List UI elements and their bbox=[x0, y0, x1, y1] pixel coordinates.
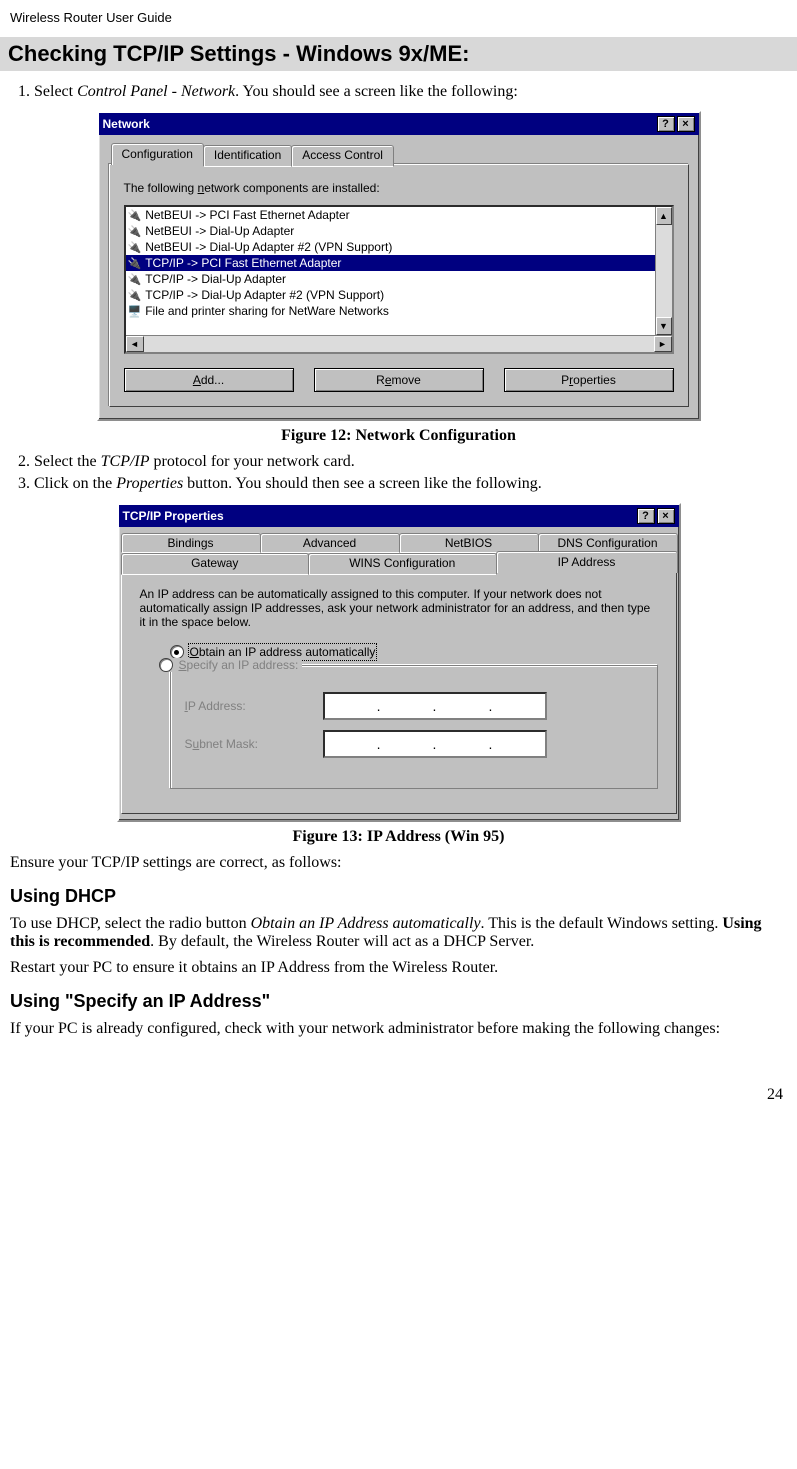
list-item[interactable]: File and printer sharing for NetWare Net… bbox=[126, 303, 655, 319]
dhcp-restart-paragraph: Restart your PC to ensure it obtains an … bbox=[10, 959, 787, 977]
step-3-prefix: Click on the bbox=[34, 475, 116, 492]
ip-address-label: IP Address: bbox=[185, 699, 305, 713]
titlebar: Network ? × bbox=[99, 113, 699, 135]
using-dhcp-heading: Using DHCP bbox=[0, 886, 797, 907]
adapter-icon bbox=[128, 240, 142, 254]
service-icon bbox=[128, 304, 142, 318]
page-number: 24 bbox=[0, 1046, 797, 1104]
remove-button[interactable]: Remove bbox=[314, 368, 484, 392]
scroll-up-icon[interactable]: ▲ bbox=[656, 207, 672, 225]
step-1: Select Control Panel - Network. You shou… bbox=[34, 83, 797, 101]
ip-description: An IP address can be automatically assig… bbox=[140, 587, 658, 629]
radio-obtain-auto[interactable]: Obtain an IP address automatically bbox=[170, 645, 658, 659]
step-2: Select the TCP/IP protocol for your netw… bbox=[34, 453, 797, 471]
tab-panel: The following network components are ins… bbox=[109, 164, 689, 407]
list-item[interactable]: NetBEUI -> Dial-Up Adapter bbox=[126, 223, 655, 239]
tab-netbios[interactable]: NetBIOS bbox=[399, 533, 539, 553]
adapter-icon bbox=[128, 256, 142, 270]
tab-identification[interactable]: Identification bbox=[203, 145, 292, 167]
list-item[interactable]: TCP/IP -> Dial-Up Adapter #2 (VPN Suppor… bbox=[126, 287, 655, 303]
tab-ip-address[interactable]: IP Address bbox=[496, 551, 678, 573]
list-item[interactable]: NetBEUI -> PCI Fast Ethernet Adapter bbox=[126, 207, 655, 223]
radio-obtain-label: Obtain an IP address automatically bbox=[190, 645, 376, 659]
subnet-mask-row: Subnet Mask: ... bbox=[185, 730, 643, 758]
ip-address-row: IP Address: ... bbox=[185, 692, 643, 720]
tab-advanced[interactable]: Advanced bbox=[260, 533, 400, 553]
scroll-track[interactable] bbox=[144, 336, 654, 352]
tab-bindings[interactable]: Bindings bbox=[121, 533, 261, 553]
add-button[interactable]: Add... bbox=[124, 368, 294, 392]
step-1-suffix: . You should see a screen like the follo… bbox=[235, 83, 518, 100]
radio-specify-label: Specify an IP address: bbox=[179, 658, 299, 672]
radio-specify[interactable]: Specify an IP address: bbox=[155, 658, 303, 672]
radio-icon bbox=[170, 645, 184, 659]
button-row: Add... Remove Properties bbox=[124, 368, 674, 392]
adapter-icon bbox=[128, 224, 142, 238]
horizontal-scrollbar[interactable]: ◄ ► bbox=[126, 335, 672, 352]
adapter-icon bbox=[128, 272, 142, 286]
radio-icon bbox=[159, 658, 173, 672]
components-label: The following network components are ins… bbox=[124, 181, 674, 195]
figure-13-caption: Figure 13: IP Address (Win 95) bbox=[0, 828, 797, 846]
scroll-down-icon[interactable]: ▼ bbox=[656, 317, 672, 335]
step-1-italic: Control Panel - Network bbox=[77, 83, 235, 100]
vertical-scrollbar[interactable]: ▲ ▼ bbox=[655, 207, 672, 335]
adapter-icon bbox=[128, 288, 142, 302]
window-body: Configuration Identification Access Cont… bbox=[99, 135, 699, 419]
titlebar: TCP/IP Properties ? × bbox=[119, 505, 679, 527]
scroll-left-icon[interactable]: ◄ bbox=[126, 336, 144, 352]
tab-wins-configuration[interactable]: WINS Configuration bbox=[308, 553, 497, 575]
ensure-text: Ensure your TCP/IP settings are correct,… bbox=[10, 854, 787, 872]
tab-access-control[interactable]: Access Control bbox=[291, 145, 394, 167]
window-title: Network bbox=[103, 117, 150, 131]
steps-list: Select Control Panel - Network. You shou… bbox=[0, 83, 797, 101]
help-button[interactable]: ? bbox=[657, 116, 675, 132]
figure-12-caption: Figure 12: Network Configuration bbox=[0, 427, 797, 445]
subnet-mask-input[interactable]: ... bbox=[323, 730, 547, 758]
tcpip-properties-dialog: TCP/IP Properties ? × Bindings Advanced … bbox=[117, 503, 681, 822]
components-listbox[interactable]: NetBEUI -> PCI Fast Ethernet Adapter Net… bbox=[126, 207, 672, 335]
step-2-italic: TCP/IP bbox=[101, 453, 150, 470]
section-heading: Checking TCP/IP Settings - Windows 9x/ME… bbox=[0, 37, 797, 71]
list-item-selected[interactable]: TCP/IP -> PCI Fast Ethernet Adapter bbox=[126, 255, 655, 271]
close-button[interactable]: × bbox=[677, 116, 695, 132]
page-header: Wireless Router User Guide bbox=[0, 10, 797, 31]
dhcp-paragraph: To use DHCP, select the radio button Obt… bbox=[10, 915, 787, 951]
step-3-italic: Properties bbox=[116, 475, 183, 492]
specify-paragraph: If your PC is already configured, check … bbox=[10, 1020, 787, 1038]
tab-dns-configuration[interactable]: DNS Configuration bbox=[538, 533, 678, 553]
list-item[interactable]: NetBEUI -> Dial-Up Adapter #2 (VPN Suppo… bbox=[126, 239, 655, 255]
network-dialog: Network ? × Configuration Identification… bbox=[97, 111, 701, 421]
list-item[interactable]: TCP/IP -> Dial-Up Adapter bbox=[126, 271, 655, 287]
scroll-right-icon[interactable]: ► bbox=[654, 336, 672, 352]
step-2-suffix: protocol for your network card. bbox=[150, 453, 355, 470]
step-3: Click on the Properties button. You shou… bbox=[34, 475, 797, 493]
listbox-items: NetBEUI -> PCI Fast Ethernet Adapter Net… bbox=[126, 207, 655, 335]
ip-address-input[interactable]: ... bbox=[323, 692, 547, 720]
step-2-prefix: Select the bbox=[34, 453, 101, 470]
using-specify-heading: Using "Specify an IP Address" bbox=[0, 991, 797, 1012]
tab-configuration[interactable]: Configuration bbox=[111, 143, 204, 165]
window-title: TCP/IP Properties bbox=[123, 509, 224, 523]
tab-panel: An IP address can be automatically assig… bbox=[121, 572, 677, 814]
step-1-prefix: Select bbox=[34, 83, 77, 100]
adapter-icon bbox=[128, 208, 142, 222]
tabstrip: Bindings Advanced NetBIOS DNS Configurat… bbox=[119, 527, 679, 573]
properties-button[interactable]: Properties bbox=[504, 368, 674, 392]
components-listbox-frame: NetBEUI -> PCI Fast Ethernet Adapter Net… bbox=[124, 205, 674, 354]
steps-list-2: Select the TCP/IP protocol for your netw… bbox=[0, 453, 797, 493]
scroll-track[interactable] bbox=[656, 225, 672, 317]
help-button[interactable]: ? bbox=[637, 508, 655, 524]
tabstrip: Configuration Identification Access Cont… bbox=[109, 143, 689, 165]
subnet-mask-label: Subnet Mask: bbox=[185, 737, 305, 751]
step-3-suffix: button. You should then see a screen lik… bbox=[183, 475, 542, 492]
specify-groupbox: Specify an IP address: IP Address: ... S… bbox=[170, 665, 658, 789]
tab-gateway[interactable]: Gateway bbox=[121, 553, 310, 575]
close-button[interactable]: × bbox=[657, 508, 675, 524]
